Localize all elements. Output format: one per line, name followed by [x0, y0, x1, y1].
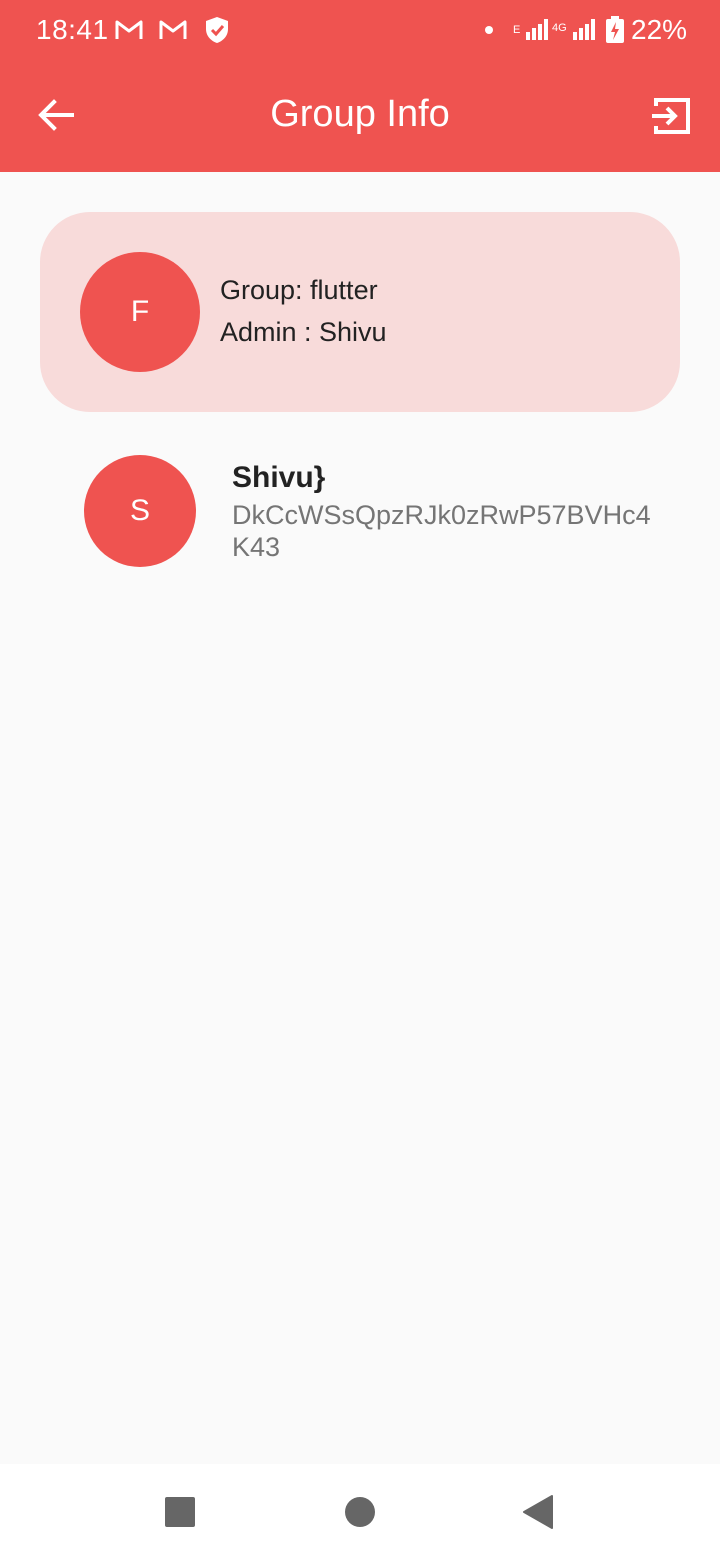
shield-icon: [206, 17, 228, 43]
status-bar: 18:41 E 4G 22%: [0, 0, 720, 60]
dot-icon: [485, 26, 493, 34]
gmail-icon: [115, 20, 143, 39]
member-id: DkCcWSsQpzRJk0zRwP57BVHc4K43: [232, 500, 651, 562]
group-info-card: F Group: flutter Admin : Shivu: [40, 212, 680, 412]
member-list-item[interactable]: S Shivu} DkCcWSsQpzRJk0zRwP57BVHc4K43: [84, 455, 664, 567]
battery-percentage: 22%: [631, 14, 688, 45]
member-name: Shivu}: [232, 461, 326, 494]
signal-icon: [573, 19, 595, 40]
back-triangle-icon[interactable]: [522, 1494, 554, 1530]
system-navigation-bar: [0, 1464, 720, 1560]
battery-charging-icon: [606, 16, 624, 43]
network-type-e: E: [513, 24, 521, 36]
signal-icon: [526, 19, 548, 40]
app-bar: Group Info: [0, 60, 720, 172]
gmail-icon: [159, 20, 187, 39]
group-name: Group: flutter: [220, 275, 378, 305]
network-type-4g: 4G: [552, 22, 567, 34]
group-avatar: F: [80, 252, 200, 372]
member-avatar: S: [84, 455, 196, 567]
page-title: Group Info: [270, 93, 450, 135]
home-icon[interactable]: [345, 1497, 375, 1527]
group-admin: Admin : Shivu: [220, 317, 387, 347]
exit-to-app-icon[interactable]: [648, 92, 696, 140]
recents-icon[interactable]: [165, 1497, 195, 1527]
status-time: 18:41: [36, 14, 109, 45]
